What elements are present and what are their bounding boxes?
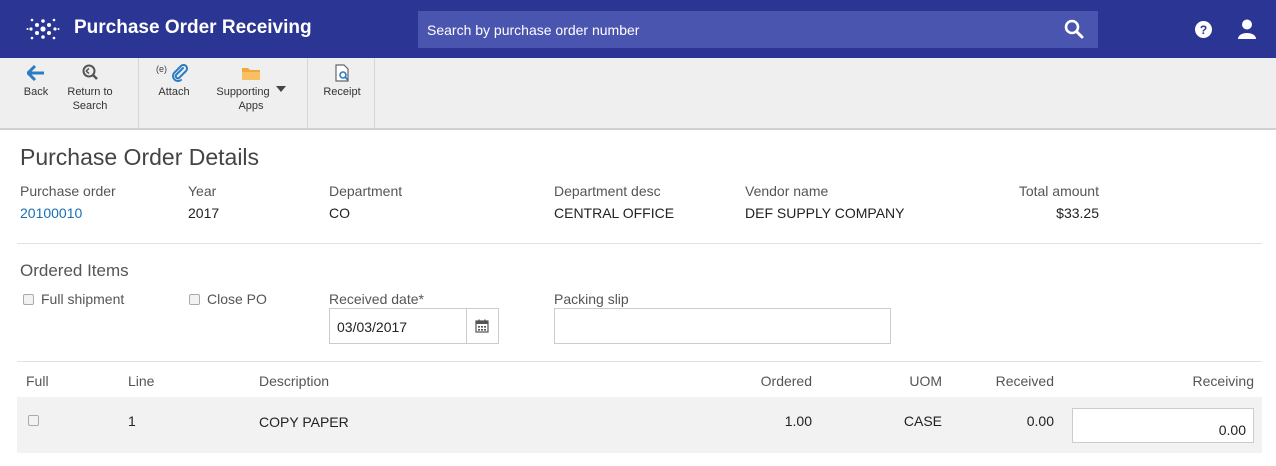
row-description-link[interactable]: COPY PAPER xyxy=(259,414,349,430)
reports-group: Receipt xyxy=(308,58,375,128)
return-search-icon xyxy=(82,64,98,80)
full-shipment-checkbox[interactable]: Full shipment xyxy=(23,291,124,307)
user-icon[interactable] xyxy=(1238,19,1256,39)
year-value: 2017 xyxy=(188,205,220,221)
column-header-received: Received xyxy=(995,373,1054,389)
department-value: CO xyxy=(329,205,350,221)
search-placeholder: Search by purchase order number xyxy=(427,22,640,38)
total-amount-value: $33.25 xyxy=(1056,205,1099,221)
svg-text:?: ? xyxy=(1200,23,1207,37)
page-title: Purchase Order Details xyxy=(20,144,260,170)
row-line: 1 xyxy=(128,413,136,429)
attach-label: Attach xyxy=(158,86,190,98)
full-shipment-label: Full shipment xyxy=(41,291,125,307)
return-to-search-button[interactable]: Return to Search xyxy=(61,64,119,113)
column-header-description: Description xyxy=(259,373,330,389)
row-received: 0.00 xyxy=(1026,413,1054,429)
app-title: Purchase Order Receiving xyxy=(74,17,312,38)
help-icon[interactable]: ? xyxy=(1195,21,1212,38)
received-date-input[interactable]: 03/03/2017 xyxy=(329,308,467,344)
calendar-icon xyxy=(475,319,489,333)
packing-slip-input[interactable] xyxy=(554,308,891,344)
app-header: Purchase Order Receiving Search by purch… xyxy=(0,0,1276,58)
department-desc-value: CENTRAL OFFICE xyxy=(554,205,675,221)
close-po-checkbox[interactable]: Close PO xyxy=(189,291,267,307)
attach-button[interactable]: (e) Attach xyxy=(152,64,196,99)
vendor-name-value: DEF SUPPLY COMPANY xyxy=(745,205,905,221)
department-desc-label: Department desc xyxy=(554,183,661,199)
attachments-group: (e) Attach Supporting Apps xyxy=(139,58,308,128)
toolbar: Back Return to Search (e) Attach Support… xyxy=(0,58,1276,130)
vendor-name-label: Vendor name xyxy=(745,183,829,199)
back-arrow-icon xyxy=(27,64,44,82)
column-header-uom: UOM xyxy=(909,373,942,389)
row-ordered: 1.00 xyxy=(784,413,812,429)
navigation-group: Back Return to Search xyxy=(0,58,139,128)
return-to-search-label-line1: Return to xyxy=(67,86,113,98)
folder-icon xyxy=(242,68,260,80)
back-label: Back xyxy=(23,86,49,98)
attach-icon-wrap: (e) xyxy=(156,64,192,82)
paperclip-icon xyxy=(172,64,189,82)
search-icon[interactable] xyxy=(1064,19,1084,39)
return-to-search-label-line2: Search xyxy=(72,100,108,112)
column-header-full: Full xyxy=(26,373,49,389)
row-uom: CASE xyxy=(903,413,942,429)
app-logo-icon xyxy=(26,18,60,40)
receipt-icon xyxy=(335,64,349,82)
total-amount-label: Total amount xyxy=(1018,183,1099,199)
packing-slip-label: Packing slip xyxy=(554,291,629,307)
year-label: Year xyxy=(188,183,217,199)
back-button[interactable]: Back xyxy=(16,64,56,99)
attach-badge: (e) xyxy=(156,64,167,74)
column-header-ordered: Ordered xyxy=(760,373,812,389)
column-header-receiving: Receiving xyxy=(1192,373,1254,389)
row-full-checkbox[interactable] xyxy=(28,415,39,426)
received-date-label: Received date* xyxy=(329,291,424,307)
receipt-button[interactable]: Receipt xyxy=(320,64,364,99)
receipt-label: Receipt xyxy=(323,86,361,98)
calendar-button[interactable] xyxy=(467,308,499,344)
purchase-order-label: Purchase order xyxy=(20,183,116,199)
supporting-apps-button[interactable]: Supporting Apps xyxy=(209,64,293,113)
close-po-label: Close PO xyxy=(207,291,267,307)
divider xyxy=(17,243,1262,244)
full-shipment-box[interactable] xyxy=(23,294,34,305)
supporting-apps-label-line2: Apps xyxy=(238,100,264,112)
column-header-line: Line xyxy=(128,373,155,389)
supporting-apps-label-line1: Supporting xyxy=(216,86,270,98)
search-input[interactable]: Search by purchase order number xyxy=(418,11,1098,48)
close-po-box[interactable] xyxy=(189,294,200,305)
divider xyxy=(17,361,1262,362)
purchase-order-link[interactable]: 20100010 xyxy=(20,205,82,221)
ordered-items-title: Ordered Items xyxy=(20,261,129,280)
department-label: Department xyxy=(329,183,403,199)
chevron-down-icon xyxy=(275,86,286,92)
row-receiving-input[interactable]: 0.00 xyxy=(1072,408,1254,443)
